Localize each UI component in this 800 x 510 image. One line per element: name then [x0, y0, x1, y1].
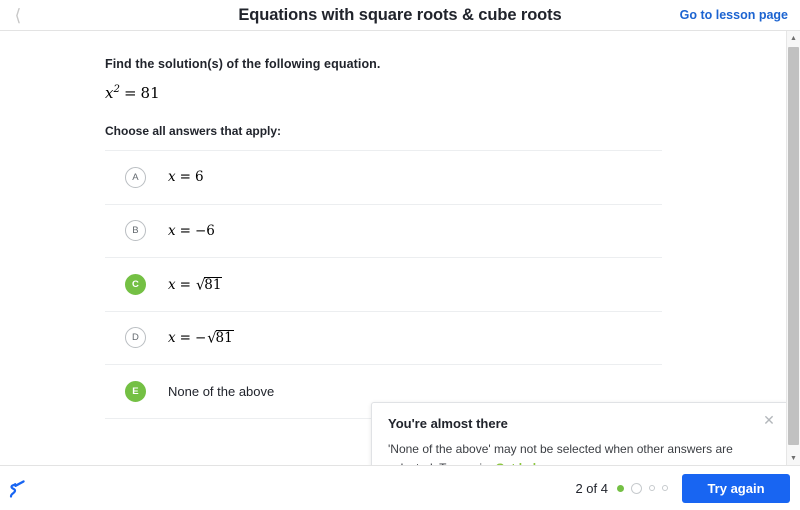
header-bar: ⟨ Equations with square roots & cube roo…: [0, 0, 800, 31]
choice-bullet-a[interactable]: A: [125, 166, 146, 188]
choice-c-rel: =: [179, 276, 191, 293]
try-again-button[interactable]: Try again: [682, 474, 790, 503]
choice-b-var: x: [168, 222, 176, 239]
progress-indicator: 2 of 4: [575, 466, 668, 510]
feedback-popup: You're almost there ✕ 'None of the above…: [371, 402, 788, 465]
popup-message-part2: , or: [543, 461, 564, 465]
choose-instruction: Choose all answers that apply:: [105, 124, 282, 138]
choice-b-value: 6: [206, 222, 215, 239]
close-icon[interactable]: ✕: [761, 412, 777, 428]
choice-label-d: x = −√81: [168, 329, 234, 347]
equation-display: x2 = 81: [105, 84, 160, 102]
choice-row-d[interactable]: D x = −√81: [105, 310, 662, 365]
choice-d-minus: −: [194, 330, 207, 347]
popup-message-part3: .: [613, 461, 616, 465]
scratchpad-pencil-icon[interactable]: [6, 476, 32, 502]
choice-label-b: x = −6: [168, 223, 215, 239]
radical-sign-icon: √: [195, 276, 206, 294]
vertical-scrollbar[interactable]: ▲ ▼: [786, 31, 800, 465]
progress-dot-3[interactable]: [649, 485, 655, 491]
footer-bar: 2 of 4 Try again: [0, 465, 800, 510]
progress-dot-2[interactable]: [631, 482, 642, 494]
radical-c: √81: [195, 276, 223, 294]
choice-bullet-e[interactable]: E: [125, 380, 146, 402]
choice-d-var: x: [168, 330, 176, 347]
choice-d-rel: =: [179, 330, 191, 347]
equation-exponent: 2: [113, 84, 120, 95]
progress-text: 2 of 4: [575, 480, 608, 496]
choice-bullet-d[interactable]: D: [125, 327, 146, 349]
choice-bullet-c[interactable]: C: [125, 273, 146, 295]
choice-d-value: 81: [215, 330, 234, 347]
choice-row-a[interactable]: A x = 6: [105, 150, 662, 204]
exercise-app: ⟨ Equations with square roots & cube roo…: [0, 0, 800, 510]
popup-message: 'None of the above' may not be selected …: [388, 440, 776, 465]
get-help-link[interactable]: Get help: [495, 461, 543, 465]
choice-c-value: 81: [204, 276, 223, 293]
choice-b-minus: −: [194, 222, 207, 239]
triangle-up-icon[interactable]: ▲: [787, 31, 800, 45]
choice-row-c[interactable]: C x = √81: [105, 257, 662, 311]
popup-title: You're almost there: [388, 416, 508, 431]
choice-a-rel: =: [179, 169, 191, 186]
radical-d: √81: [206, 329, 234, 347]
triangle-down-icon[interactable]: ▼: [787, 451, 800, 465]
choice-a-var: x: [168, 169, 176, 186]
question-content: Find the solution(s) of the following eq…: [0, 31, 788, 465]
choice-bullet-b[interactable]: B: [125, 220, 146, 242]
progress-dots: [617, 482, 668, 494]
equation-relation: =: [123, 84, 137, 102]
choice-c-var: x: [168, 276, 176, 293]
choice-label-a: x = 6: [168, 169, 204, 185]
choice-b-rel: =: [179, 222, 191, 239]
move-on-link[interactable]: move on: [564, 461, 613, 465]
scrollbar-thumb[interactable]: [788, 47, 799, 445]
choice-label-e: None of the above: [168, 383, 275, 399]
go-to-lesson-page-link[interactable]: Go to lesson page: [680, 0, 788, 30]
progress-dot-4[interactable]: [662, 485, 668, 491]
question-prompt: Find the solution(s) of the following eq…: [105, 57, 381, 71]
choice-a-value: 6: [194, 169, 204, 186]
equation-rhs: 81: [140, 84, 160, 102]
choice-row-b[interactable]: B x = −6: [105, 203, 662, 258]
radical-sign-icon: √: [207, 329, 217, 347]
progress-dot-1[interactable]: [617, 484, 624, 492]
choice-label-c: x = √81: [168, 276, 223, 294]
